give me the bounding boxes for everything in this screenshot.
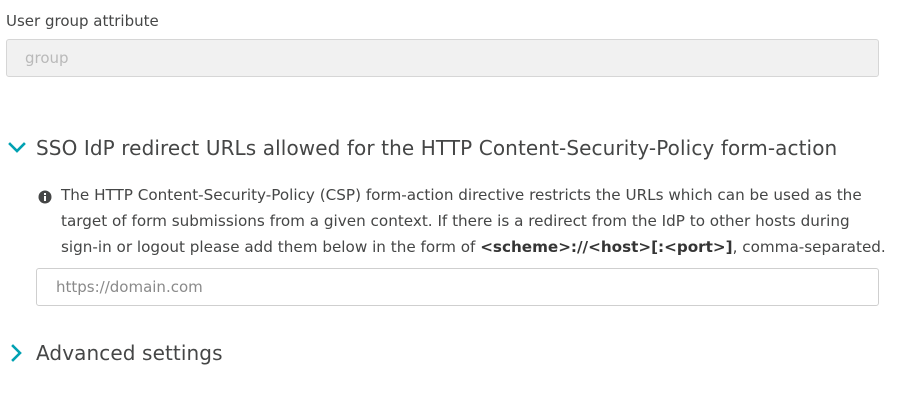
info-text-line: sign-in or logout please add them below … — [61, 234, 908, 260]
settings-panel: User group attribute SSO IdP redirect UR… — [0, 0, 923, 395]
info-text-line: target of form submissions from a given … — [61, 212, 850, 230]
info-text-line: The HTTP Content-Security-Policy (CSP) f… — [61, 186, 862, 204]
advanced-settings-toggle[interactable]: Advanced settings — [6, 341, 223, 365]
user-group-attribute-input[interactable] — [6, 39, 879, 77]
info-icon — [38, 186, 52, 204]
redirect-urls-input[interactable] — [36, 268, 879, 306]
user-group-attribute-label: User group attribute — [6, 12, 159, 30]
info-text-prefix: sign-in or logout please add them below … — [61, 238, 481, 256]
sso-section-toggle[interactable]: SSO IdP redirect URLs allowed for the HT… — [6, 136, 837, 160]
info-text-suffix: , comma-separated. — [732, 238, 886, 256]
chevron-right-icon — [6, 342, 28, 364]
advanced-settings-title: Advanced settings — [36, 341, 223, 365]
csp-info-message: The HTTP Content-Security-Policy (CSP) f… — [38, 182, 908, 260]
url-format-code: <scheme>://<host>[:<port>] — [480, 238, 733, 256]
chevron-down-icon — [6, 137, 28, 159]
sso-section-title: SSO IdP redirect URLs allowed for the HT… — [36, 136, 838, 160]
